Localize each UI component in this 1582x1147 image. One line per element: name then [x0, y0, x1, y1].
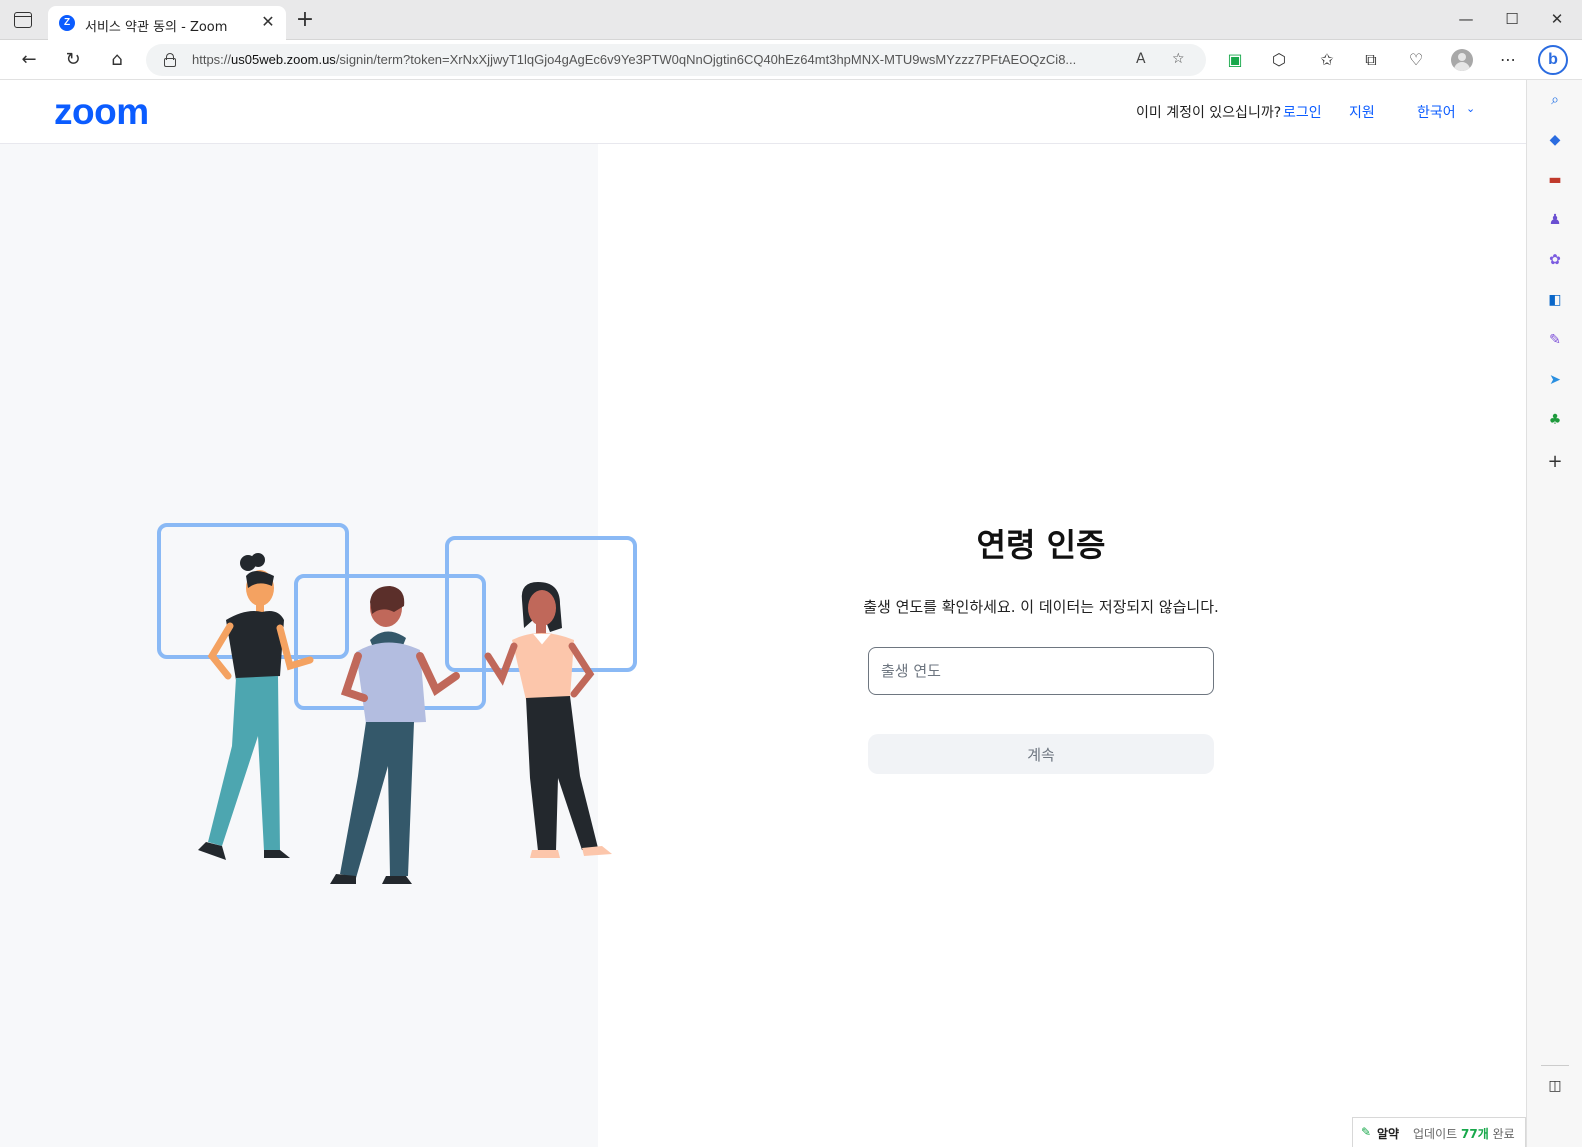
- browser-tab-bar: Z 서비스 약관 동의 - Zoom ✕ + — ☐ ✕: [0, 0, 1582, 40]
- tab-actions-icon[interactable]: [14, 12, 32, 28]
- games-icon[interactable]: ♟: [1545, 210, 1565, 230]
- account-question: 이미 계정이 있으십니까?: [1136, 105, 1282, 121]
- browser-address-bar: ← ↻ ⌂ https://us05web.zoom.us/signin/ter…: [0, 40, 1582, 80]
- url-text: https://us05web.zoom.us/signin/term?toke…: [192, 52, 1077, 67]
- browser-essentials-icon[interactable]: ♡: [1405, 49, 1427, 71]
- login-link[interactable]: 로그인: [1283, 102, 1322, 122]
- add-favorite-icon[interactable]: ☆: [1172, 51, 1185, 67]
- bing-chat-icon[interactable]: b: [1538, 45, 1568, 75]
- chevron-down-icon[interactable]: ⌄: [1466, 102, 1475, 115]
- tools-briefcase-icon[interactable]: ▬: [1545, 170, 1565, 190]
- age-verification-description: 출생 연도를 확인하세요. 이 데이터는 저장되지 않습니다.: [863, 598, 1219, 616]
- update-toast[interactable]: ✎ 알약 업데이트 77개 완료: [1352, 1117, 1526, 1147]
- browser-tab-active[interactable]: Z 서비스 약관 동의 - Zoom ✕: [48, 6, 286, 40]
- hide-sidebar-icon[interactable]: ◫: [1545, 1076, 1565, 1096]
- refresh-icon[interactable]: ↻: [62, 49, 84, 71]
- profile-icon[interactable]: [1451, 49, 1473, 71]
- support-link[interactable]: 지원: [1349, 102, 1375, 122]
- toast-brand: 알약: [1377, 1127, 1400, 1141]
- extensions-icon[interactable]: ⬡: [1268, 49, 1290, 71]
- back-icon[interactable]: ←: [18, 49, 40, 71]
- illustration-panel: [0, 144, 637, 1147]
- more-options-icon[interactable]: ⋯: [1497, 49, 1519, 71]
- zoom-logo[interactable]: zoom: [54, 91, 149, 133]
- continue-button[interactable]: 계속: [868, 734, 1214, 774]
- toast-message: 업데이트 77개 완료: [1413, 1127, 1515, 1141]
- age-verification-title: 연령 인증: [976, 526, 1106, 564]
- window-close-icon[interactable]: ✕: [1547, 10, 1567, 28]
- collections-icon[interactable]: ⧉: [1360, 49, 1382, 71]
- zoom-favicon-icon: Z: [59, 15, 75, 31]
- tab-title: 서비스 약관 동의 - Zoom: [85, 20, 228, 35]
- person-left: [198, 553, 314, 860]
- designer-icon[interactable]: ✎: [1545, 330, 1565, 350]
- search-icon[interactable]: ⌕: [1545, 90, 1565, 110]
- sidebar-divider: [1541, 1065, 1569, 1066]
- page-content: zoom 이미 계정이 있으십니까? 로그인 지원 한국어 ⌄ 연령 인증 출생…: [0, 80, 1526, 1147]
- new-tab-icon[interactable]: +: [294, 9, 316, 31]
- minimize-icon[interactable]: —: [1456, 10, 1476, 28]
- outlook-icon[interactable]: ◧: [1545, 290, 1565, 310]
- url-field[interactable]: https://us05web.zoom.us/signin/term?toke…: [146, 44, 1206, 76]
- tree-icon[interactable]: ♣: [1545, 410, 1565, 430]
- add-sidebar-app-icon[interactable]: +: [1545, 452, 1565, 472]
- screen-capture-icon[interactable]: ▣: [1224, 49, 1246, 71]
- birth-year-input[interactable]: [868, 647, 1214, 695]
- language-selector[interactable]: 한국어: [1417, 102, 1456, 122]
- person-right: [484, 582, 612, 858]
- read-aloud-icon[interactable]: A: [1136, 51, 1146, 67]
- edge-sidebar: ⌕ ◆ ▬ ♟ ✿ ◧ ✎ ➤ ♣ + ◫: [1526, 80, 1582, 1147]
- tab-close-icon[interactable]: ✕: [258, 12, 278, 32]
- drop-send-icon[interactable]: ➤: [1545, 370, 1565, 390]
- lock-icon[interactable]: [164, 53, 176, 67]
- pill-icon: ✎: [1361, 1125, 1372, 1139]
- site-header: zoom 이미 계정이 있으십니까? 로그인 지원 한국어 ⌄: [0, 80, 1526, 144]
- home-icon[interactable]: ⌂: [106, 49, 128, 71]
- people-illustration: [157, 523, 637, 884]
- shopping-tag-icon[interactable]: ◆: [1545, 130, 1565, 150]
- favorites-icon[interactable]: ✩: [1316, 49, 1338, 71]
- maximize-icon[interactable]: ☐: [1502, 10, 1522, 28]
- microsoft-365-icon[interactable]: ✿: [1545, 250, 1565, 270]
